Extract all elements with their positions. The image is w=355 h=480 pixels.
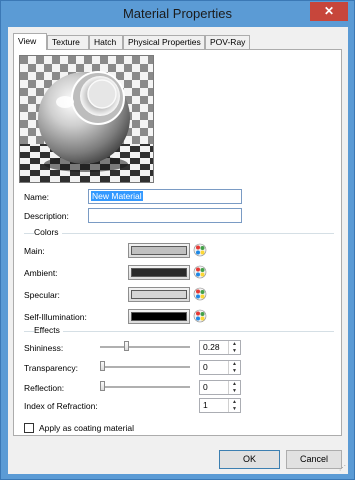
colors-group-title: Colors	[34, 227, 62, 237]
shininess-slider[interactable]	[100, 346, 190, 348]
transparency-spin-buttons: ▲ ▼	[228, 361, 240, 374]
transparency-spinner[interactable]: 0 ▲ ▼	[199, 360, 241, 375]
specular-color-button[interactable]	[128, 287, 190, 302]
ambient-palette-button[interactable]	[193, 265, 207, 279]
index-of-refraction-spin-buttons: ▲ ▼	[228, 399, 240, 412]
index-of-refraction-value: 1	[203, 400, 208, 410]
color-palette-icon	[193, 309, 207, 323]
coating-checkbox-label[interactable]: Apply as coating material	[39, 423, 134, 433]
transparency-up-arrow-icon[interactable]: ▲	[229, 361, 240, 367]
index-of-refraction-spinner[interactable]: 1 ▲ ▼	[199, 398, 241, 413]
self-illumination-color-button[interactable]	[128, 309, 190, 324]
color-palette-icon	[193, 287, 207, 301]
effects-group-title: Effects	[34, 325, 63, 335]
color-palette-icon	[193, 243, 207, 257]
name-label: Name:	[24, 192, 50, 202]
resize-grip-icon[interactable]: ⋰	[339, 464, 346, 472]
description-label: Description:	[24, 211, 69, 221]
reflection-spinner[interactable]: 0 ▲ ▼	[199, 380, 241, 395]
index-of-refraction-label: Index of Refraction:	[24, 401, 98, 411]
reflection-value: 0	[203, 382, 208, 392]
transparency-value: 0	[203, 362, 208, 372]
transparency-slider[interactable]	[100, 366, 190, 368]
view-tab-panel: Name: New Material Description: Colors M…	[13, 49, 342, 436]
reflection-down-arrow-icon[interactable]: ▼	[229, 388, 240, 394]
main-palette-button[interactable]	[193, 243, 207, 257]
self-illumination-label: Self-Illumination:	[24, 312, 87, 322]
description-field[interactable]	[88, 208, 242, 223]
close-button[interactable]: ✕	[310, 2, 348, 21]
title-bar[interactable]: Material Properties ✕	[1, 1, 354, 27]
tab-texture[interactable]: Texture	[47, 35, 89, 49]
index-of-refraction-up-arrow-icon[interactable]: ▲	[229, 399, 240, 405]
self-illumination-palette-button[interactable]	[193, 309, 207, 323]
tab-pov-ray[interactable]: POV-Ray	[205, 35, 250, 49]
reflection-spin-buttons: ▲ ▼	[228, 381, 240, 394]
name-field-value: New Material	[91, 191, 143, 201]
colors-divider	[24, 233, 334, 234]
ambient-color-swatch	[131, 268, 187, 277]
main-color-swatch	[131, 246, 187, 255]
ambient-color-label: Ambient:	[24, 268, 58, 278]
tab-physical-properties[interactable]: Physical Properties	[123, 35, 205, 49]
sphere-preview-image	[20, 56, 153, 182]
index-of-refraction-down-arrow-icon[interactable]: ▼	[229, 406, 240, 412]
name-field[interactable]: New Material	[88, 189, 242, 204]
shininess-down-arrow-icon[interactable]: ▼	[229, 348, 240, 354]
sphere-preview	[19, 55, 154, 183]
main-color-button[interactable]	[128, 243, 190, 258]
reflection-label: Reflection:	[24, 383, 65, 393]
shininess-value: 0.28	[203, 342, 220, 352]
transparency-slider-thumb[interactable]	[100, 361, 105, 371]
shininess-up-arrow-icon[interactable]: ▲	[229, 341, 240, 347]
tab-hatch[interactable]: Hatch	[89, 35, 123, 49]
color-palette-icon	[193, 265, 207, 279]
shininess-spinner[interactable]: 0.28 ▲ ▼	[199, 340, 241, 355]
tab-view[interactable]: View	[13, 33, 47, 50]
specular-color-label: Specular:	[24, 290, 60, 300]
shininess-slider-thumb[interactable]	[124, 341, 129, 351]
reflection-slider-thumb[interactable]	[100, 381, 105, 391]
effects-divider	[24, 331, 334, 332]
window-title: Material Properties	[122, 6, 233, 21]
ok-button[interactable]: OK	[219, 450, 280, 469]
coating-checkbox[interactable]	[24, 423, 34, 433]
dialog-client-area: View Texture Hatch Physical Properties P…	[8, 27, 348, 474]
reflection-slider[interactable]	[100, 386, 190, 388]
self-illumination-color-swatch	[131, 312, 187, 321]
specular-color-swatch	[131, 290, 187, 299]
close-icon: ✕	[323, 4, 335, 18]
reflection-up-arrow-icon[interactable]: ▲	[229, 381, 240, 387]
transparency-label: Transparency:	[24, 363, 79, 373]
cancel-button[interactable]: Cancel	[286, 450, 342, 469]
main-color-label: Main:	[24, 246, 45, 256]
transparency-down-arrow-icon[interactable]: ▼	[229, 368, 240, 374]
ambient-color-button[interactable]	[128, 265, 190, 280]
shininess-label: Shininess:	[24, 343, 64, 353]
material-properties-window: Material Properties ✕ View Texture Hatch…	[0, 0, 355, 480]
specular-palette-button[interactable]	[193, 287, 207, 301]
shininess-spin-buttons: ▲ ▼	[228, 341, 240, 354]
